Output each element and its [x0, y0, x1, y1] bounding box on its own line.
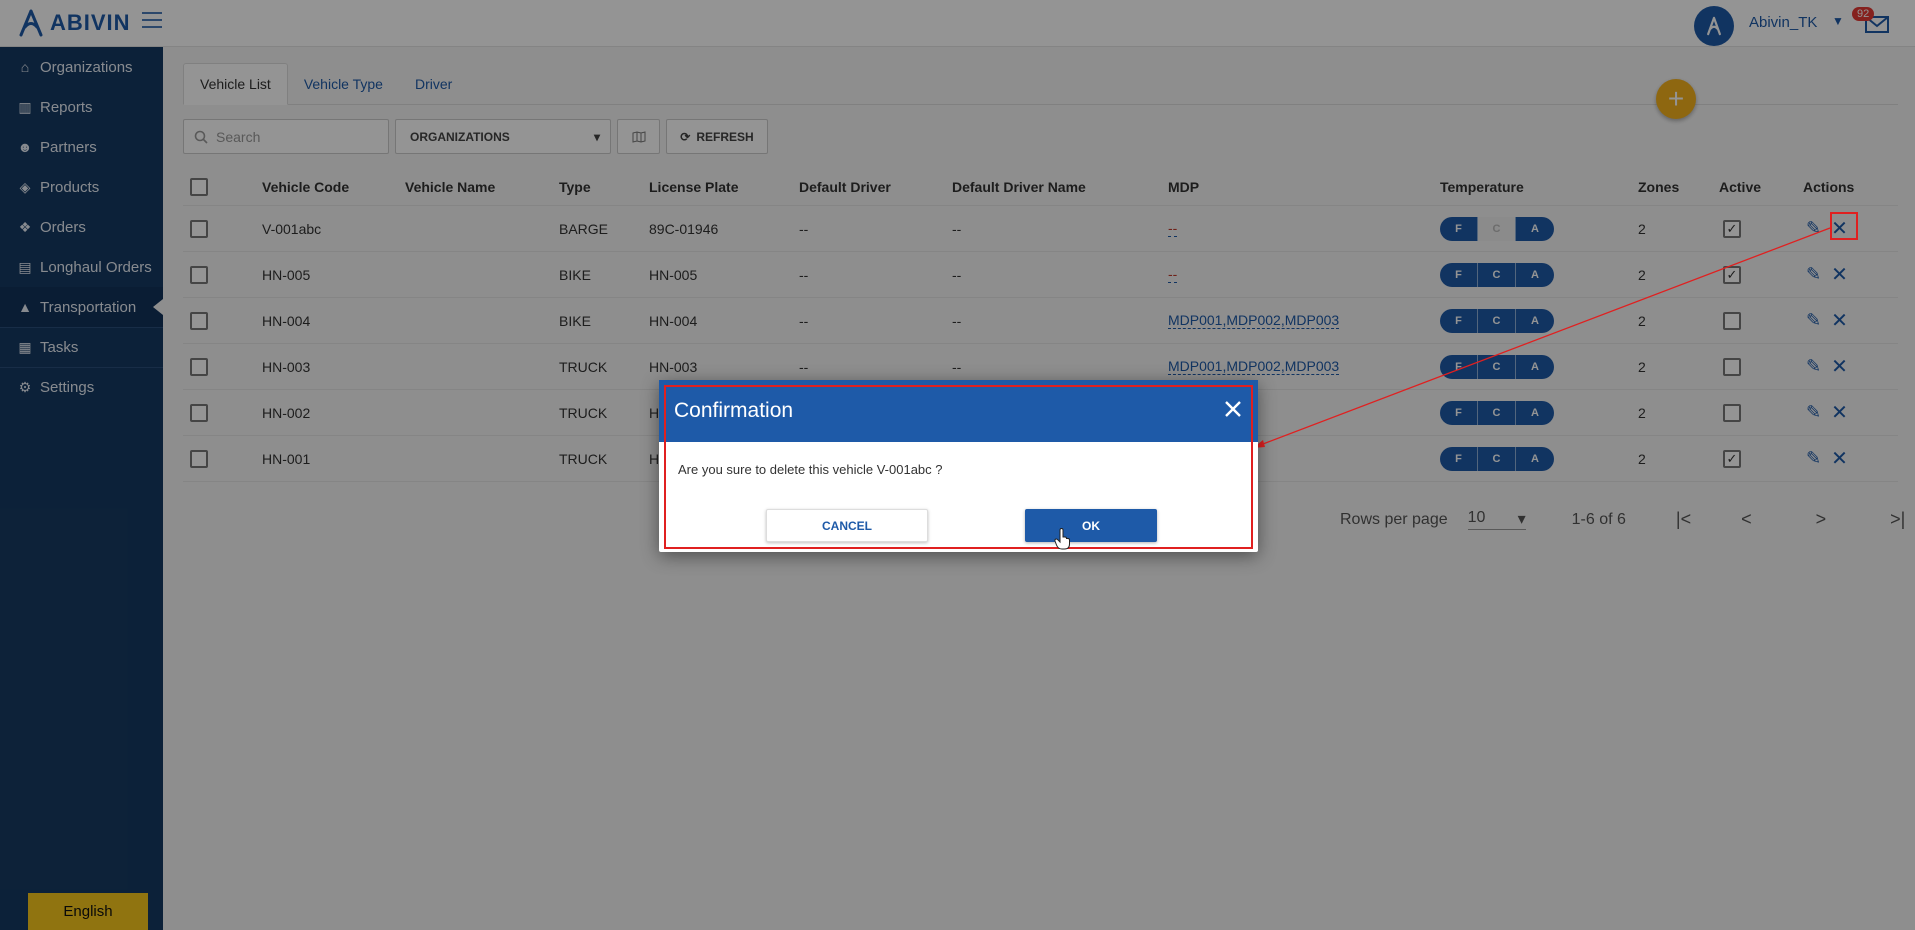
annotation-highlight-box	[1830, 212, 1858, 240]
hand-cursor-icon	[1054, 528, 1070, 550]
ok-button[interactable]: OK	[1025, 509, 1157, 542]
cancel-button[interactable]: CANCEL	[766, 509, 928, 542]
dialog-header: Confirmation	[659, 380, 1258, 442]
dialog-message: Are you sure to delete this vehicle V-00…	[678, 462, 943, 477]
close-icon[interactable]	[1222, 398, 1244, 420]
dialog-title: Confirmation	[674, 399, 794, 422]
confirmation-dialog: Confirmation Are you sure to delete this…	[659, 380, 1258, 552]
